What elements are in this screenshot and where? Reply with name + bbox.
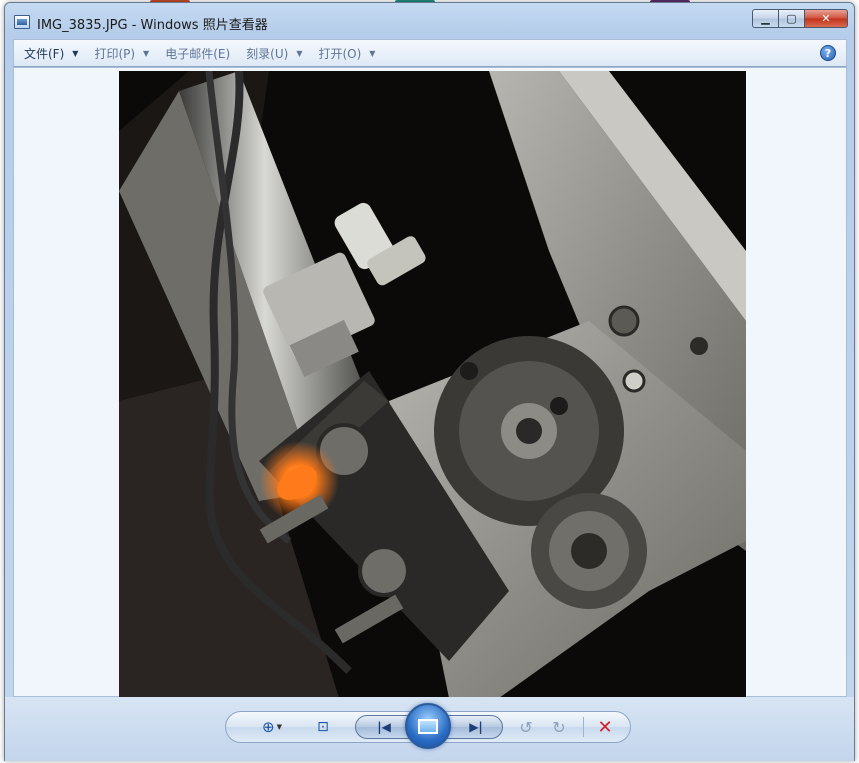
zoom-button[interactable]: ⊕ ▼ (255, 717, 289, 737)
help-icon[interactable]: ? (820, 45, 836, 61)
delete-x-icon: ✕ (597, 716, 613, 738)
photo-viewer-app-icon (14, 15, 30, 29)
previous-button[interactable]: |◀ (366, 717, 402, 737)
menu-open[interactable]: 打开(O) ▼ (312, 42, 381, 64)
menu-print-label: 打印(P) (94, 46, 136, 61)
menu-file[interactable]: 文件(F) ▼ (18, 42, 84, 64)
menu-open-label: 打开(O) (318, 46, 362, 61)
minimize-button[interactable]: ▁ (752, 9, 778, 28)
title-bar[interactable]: IMG_3835.JPG - Windows 照片查看器 ▁ ▢ ✕ (5, 3, 854, 39)
close-button[interactable]: ✕ (804, 9, 848, 28)
menu-email-label: 电子邮件(E) (165, 46, 231, 61)
bottom-toolbar: ⊕ ▼ ⊡ |◀ ▶| ↺ ↻ ✕ (5, 697, 854, 761)
photo-illustration (119, 71, 746, 698)
next-button[interactable]: ▶| (458, 717, 494, 737)
image-view-area[interactable] (13, 67, 847, 698)
rotate-right-button[interactable]: ↻ (548, 717, 570, 737)
actual-size-icon: ⊡ (317, 719, 329, 735)
slideshow-button[interactable] (405, 703, 451, 749)
chevron-down-icon: ▼ (369, 48, 376, 58)
maximize-button[interactable]: ▢ (778, 9, 804, 28)
rotate-left-button[interactable]: ↺ (515, 717, 537, 737)
actual-size-button[interactable]: ⊡ (312, 717, 334, 737)
magnifier-plus-icon: ⊕ (262, 718, 275, 736)
chevron-down-icon: ▼ (296, 48, 303, 58)
toolbar-divider (583, 717, 584, 737)
previous-icon: |◀ (377, 720, 391, 734)
rotate-counterclockwise-icon: ↺ (519, 717, 533, 737)
menu-file-label: 文件(F) (24, 46, 65, 61)
menu-bar: 文件(F) ▼ 打印(P) ▼ 电子邮件(E) 刻录(U) ▼ 打开(O) ▼ … (13, 39, 847, 67)
menu-burn-label: 刻录(U) (246, 46, 289, 61)
next-icon: ▶| (469, 720, 483, 734)
chevron-down-icon: ▼ (72, 48, 79, 58)
displayed-photo[interactable] (119, 71, 746, 698)
chevron-down-icon: ▼ (276, 723, 282, 731)
window-title: IMG_3835.JPG - Windows 照片查看器 (37, 18, 268, 33)
menu-print[interactable]: 打印(P) ▼ (88, 42, 155, 64)
chevron-down-icon: ▼ (143, 48, 150, 58)
menu-email[interactable]: 电子邮件(E) (159, 42, 236, 64)
slideshow-icon (418, 718, 438, 734)
menu-burn[interactable]: 刻录(U) ▼ (240, 42, 308, 64)
delete-button[interactable]: ✕ (593, 716, 617, 738)
window-controls: ▁ ▢ ✕ (752, 9, 848, 28)
photo-viewer-window: IMG_3835.JPG - Windows 照片查看器 ▁ ▢ ✕ 文件(F)… (4, 2, 855, 761)
rotate-clockwise-icon: ↻ (552, 717, 566, 737)
